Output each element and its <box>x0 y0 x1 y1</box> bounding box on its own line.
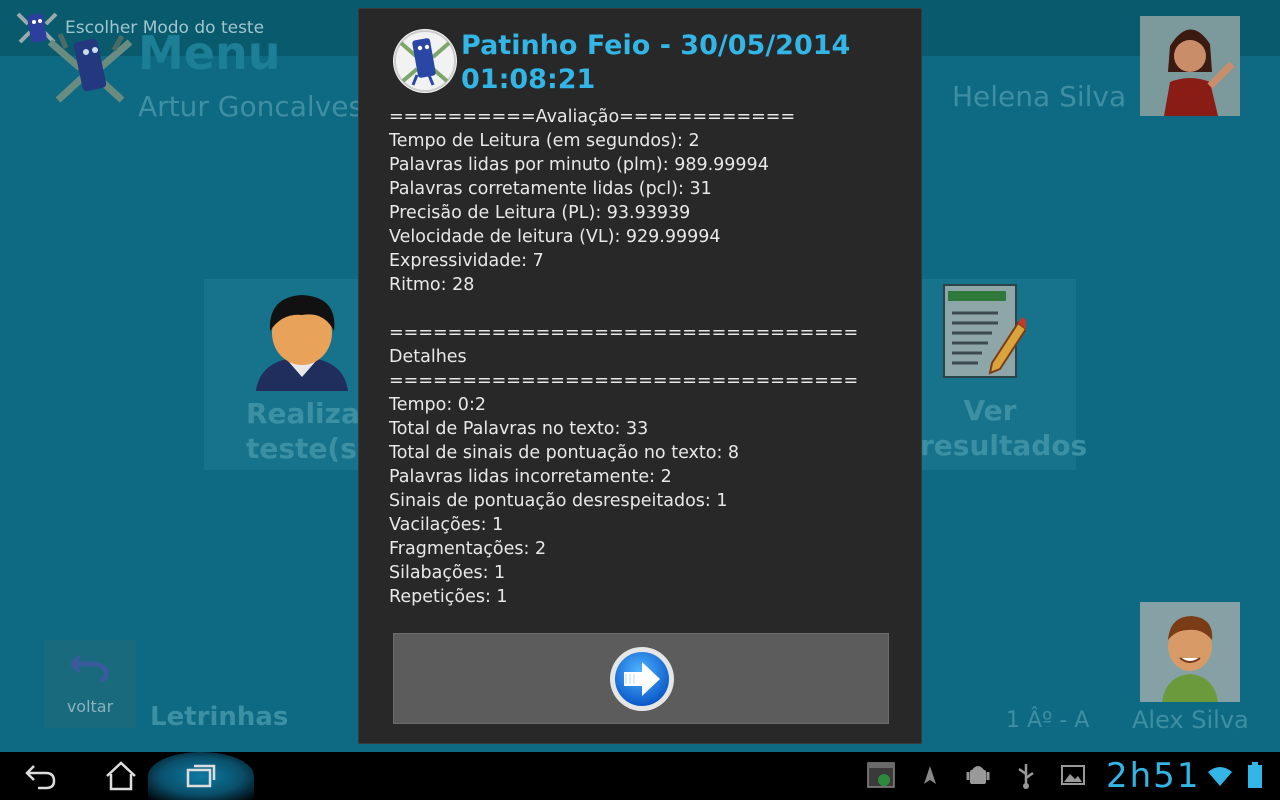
report-line <box>389 297 909 321</box>
view-results-label: Ver resultados <box>920 394 1088 462</box>
report-line: Tempo de Leitura (em segundos): 2 <box>389 131 700 151</box>
recent-apps-icon[interactable] <box>184 760 218 792</box>
report-line: Palavras lidas incorretamente: 2 <box>389 467 672 487</box>
student-avatar[interactable] <box>1140 602 1240 702</box>
menu-title: Menu <box>138 26 281 80</box>
navigation-arrow-icon <box>924 766 936 784</box>
student-avatar-icon <box>1140 602 1240 702</box>
report-line: Precisão de Leitura (PL): 93.93939 <box>389 203 691 223</box>
evaluation-report: ==========Avaliação============ Tempo de… <box>389 105 909 609</box>
report-line: Detalhes <box>389 347 467 367</box>
dialog-title: Patinho Feio - 30/05/2014 01:08:21 <box>461 30 851 95</box>
screenshot-app-icon[interactable] <box>866 760 896 790</box>
system-navigation-bar: 2h51 <box>0 752 1280 800</box>
report-line: ================================ <box>389 323 859 343</box>
dialog-logo <box>393 29 457 93</box>
undo-arrow-icon <box>70 654 109 682</box>
app-name: Letrinhas <box>150 702 289 732</box>
arrow-right-icon <box>610 647 674 711</box>
back-icon[interactable] <box>24 760 58 792</box>
teacher-avatar[interactable] <box>1140 16 1240 116</box>
gallery-icon <box>1061 765 1085 785</box>
view-results-tile[interactable]: Ver resultados <box>920 279 1088 470</box>
report-line: ================================ <box>389 371 859 391</box>
do-test-label: Realizar teste(s) <box>246 397 374 465</box>
report-line: Expressividade: 7 <box>389 251 544 271</box>
wifi-icon <box>1208 767 1232 786</box>
report-line: Fragmentações: 2 <box>389 539 547 559</box>
app-logo-icon <box>394 30 456 92</box>
status-clock[interactable]: 2h51 <box>1106 756 1200 796</box>
student-name: Alex Silva <box>1132 706 1249 734</box>
report-line: Vacilações: 1 <box>389 515 504 535</box>
report-line: Palavras corretamente lidas (pcl): 31 <box>389 179 712 199</box>
report-line: Silabações: 1 <box>389 563 506 583</box>
app-logo-icon <box>47 33 133 103</box>
report-line: Palavras lidas por minuto (plm): 989.999… <box>389 155 769 175</box>
usb-icon <box>1018 764 1034 789</box>
report-document-icon <box>943 284 1026 378</box>
report-line: Tempo: 0:2 <box>389 395 486 415</box>
report-line: Sinais de pontuação desrespeitados: 1 <box>389 491 728 511</box>
report-line: Velocidade de leitura (VL): 929.99994 <box>389 227 721 247</box>
home-icon[interactable] <box>104 760 138 792</box>
report-line: Total de Palavras no texto: 33 <box>389 419 649 439</box>
battery-icon <box>1248 762 1262 788</box>
back-label: voltar <box>66 697 114 716</box>
report-line: ==========Avaliação============ <box>389 107 796 127</box>
class-label: 1 Âº - A <box>1006 708 1090 733</box>
report-line: Total de sinais de pontuação no texto: 8 <box>389 443 740 463</box>
do-test-tile[interactable]: Realizar teste(s) <box>204 279 374 470</box>
report-line: Ritmo: 28 <box>389 275 475 295</box>
teacher-avatar-icon <box>1140 16 1240 116</box>
teacher-name: Helena Silva <box>952 80 1127 113</box>
next-button[interactable] <box>393 633 889 724</box>
results-dialog: Patinho Feio - 30/05/2014 01:08:21 =====… <box>358 8 922 744</box>
logged-user-name: Artur Goncalves <box>138 90 364 123</box>
android-debug-icon <box>966 766 990 784</box>
student-person-icon <box>256 295 348 391</box>
report-line: Repetições: 1 <box>389 587 508 607</box>
back-button[interactable]: voltar <box>44 640 136 728</box>
